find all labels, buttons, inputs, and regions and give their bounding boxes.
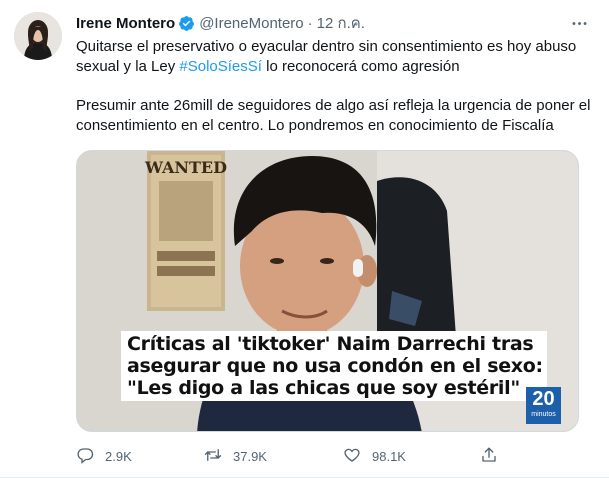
verified-badge-icon: [178, 15, 195, 32]
poster-text: WANTED: [144, 158, 227, 177]
media-image[interactable]: WANTED Críticas al 'tiktoker' Naim Darre…: [76, 150, 579, 432]
like-count: 98.1K: [372, 449, 406, 464]
tweet-text-part: lo reconocerá como agresión: [261, 58, 460, 75]
retweet-count: 37.9K: [233, 449, 267, 464]
reply-icon: [76, 446, 94, 467]
separator-dot: ·: [307, 14, 313, 32]
caption-line: asegurar que no usa condón en el sexo:: [127, 355, 543, 377]
retweet-button[interactable]: 37.9K: [204, 446, 267, 467]
logo-text: minutos: [531, 411, 556, 418]
hashtag-link[interactable]: #SoloSíesSí: [179, 58, 262, 75]
20minutos-logo: 20 minutos: [526, 387, 561, 424]
caption-line: Críticas al 'tiktoker' Naim Darrechi tra…: [127, 333, 534, 355]
retweet-icon: [204, 446, 222, 467]
tweet-text: Quitarse el preservativo o eyacular dent…: [76, 37, 596, 136]
avatar[interactable]: [14, 12, 62, 60]
caption-line: "Les digo a las chicas que soy estéril": [127, 377, 520, 399]
timestamp[interactable]: 12 ก.ค.: [317, 11, 365, 35]
tweet-paragraph-1: Quitarse el preservativo o eyacular dent…: [76, 37, 596, 77]
author-name[interactable]: Irene Montero: [76, 15, 175, 32]
tweet-header: Irene Montero @IreneMontero · 12 ก.ค.: [76, 13, 597, 33]
tweet-paragraph-2: Presumir ante 26mill de seguidores de al…: [76, 97, 591, 134]
share-button[interactable]: [480, 446, 498, 467]
more-icon[interactable]: [569, 14, 589, 32]
like-button[interactable]: 98.1K: [343, 446, 406, 467]
reply-count: 2.9K: [105, 449, 132, 464]
tweet-card[interactable]: Irene Montero @IreneMontero · 12 ก.ค. Qu…: [0, 0, 609, 478]
logo-number: 20: [532, 388, 555, 410]
share-icon: [480, 446, 498, 467]
like-icon: [343, 446, 361, 467]
avatar-photo: [14, 12, 62, 60]
author-handle[interactable]: @IreneMontero: [199, 15, 303, 32]
video-caption: Críticas al 'tiktoker' Naim Darrechi tra…: [121, 331, 547, 401]
action-bar: 2.9K 37.9K 98.1K: [76, 446, 516, 470]
reply-button[interactable]: 2.9K: [76, 446, 132, 467]
